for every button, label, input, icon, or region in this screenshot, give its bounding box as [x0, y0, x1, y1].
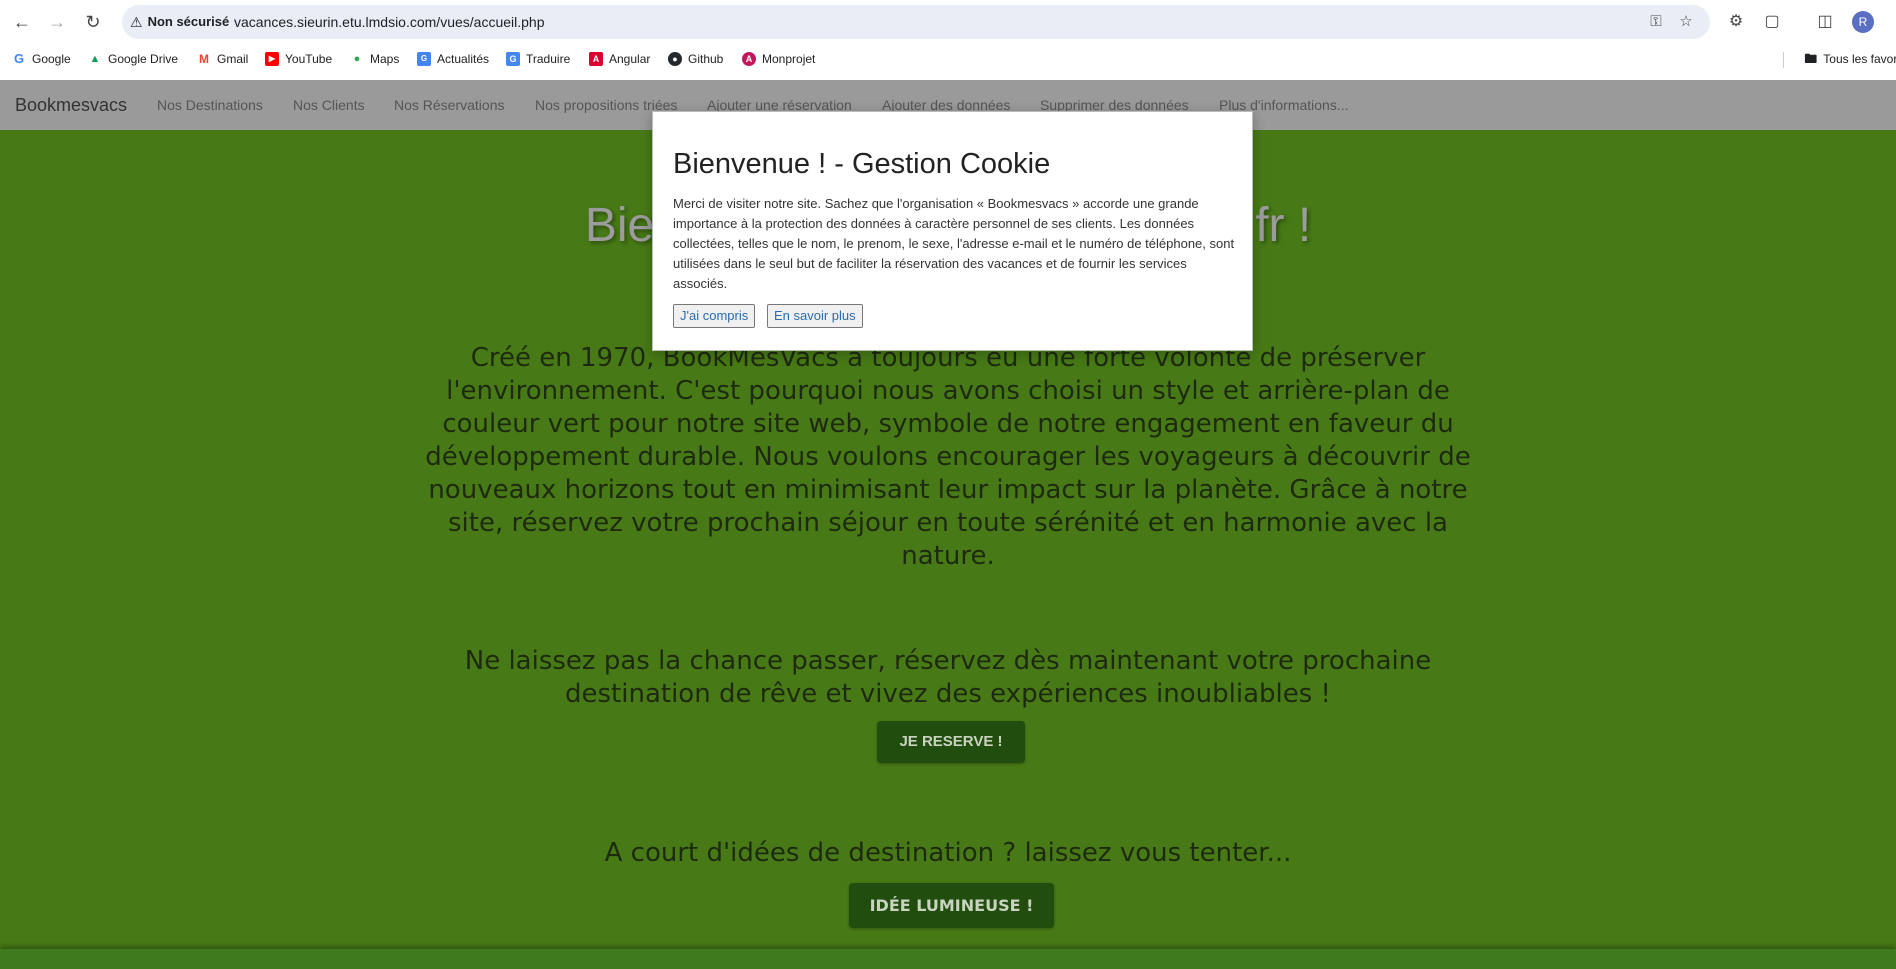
- browser-chrome: ← → ↻ ⚠ Non sécurisé vacances.sieurin.et…: [0, 0, 1896, 81]
- github-icon: ●: [668, 52, 682, 66]
- side-panel-icon[interactable]: ◫: [1814, 11, 1836, 33]
- cookie-accept-button[interactable]: J'ai compris: [673, 304, 756, 328]
- nav-link-reservations[interactable]: Nos Réservations: [394, 96, 505, 114]
- bookmark-label: Traduire: [526, 52, 571, 66]
- cookie-modal: Bienvenue ! - Gestion Cookie Merci de vi…: [652, 111, 1253, 351]
- bookmark-label: Maps: [370, 52, 400, 66]
- angular-icon: A: [589, 52, 603, 66]
- key-icon[interactable]: ⚿: [1646, 12, 1666, 32]
- idea-paragraph: A court d'idées de destination ? laissez…: [604, 838, 1292, 868]
- footer-strip: [0, 949, 1896, 969]
- bookmark-github[interactable]: ● Github: [668, 48, 723, 70]
- address-row: ← → ↻ ⚠ Non sécurisé vacances.sieurin.et…: [0, 0, 1896, 44]
- reload-icon[interactable]: ↻: [80, 9, 106, 35]
- all-bookmarks-label: Tous les favoris: [1823, 52, 1896, 66]
- bookmark-label: YouTube: [285, 52, 333, 66]
- news-icon: G: [417, 52, 431, 66]
- maps-icon: ●: [353, 53, 361, 65]
- security-label: Non sécurisé: [147, 14, 230, 29]
- puzzle-icon[interactable]: ▢: [1761, 11, 1783, 33]
- url-text[interactable]: vacances.sieurin.etu.lmdsio.com/vues/acc…: [234, 12, 545, 32]
- google-icon: G: [13, 51, 25, 66]
- bookmark-label: Angular: [609, 52, 651, 66]
- cookie-more-button[interactable]: En savoir plus: [767, 304, 863, 328]
- bookmark-gmail[interactable]: M Gmail: [197, 48, 248, 70]
- profile-avatar[interactable]: R: [1852, 11, 1874, 33]
- address-bar[interactable]: ⚠ Non sécurisé vacances.sieurin.etu.lmds…: [122, 5, 1710, 39]
- cookie-modal-title: Bienvenue ! - Gestion Cookie: [673, 148, 1051, 180]
- extension-gear-icon[interactable]: ⚙: [1725, 11, 1747, 33]
- monprojet-icon: A: [742, 52, 756, 66]
- star-icon[interactable]: ☆: [1676, 12, 1696, 32]
- bookmark-maps[interactable]: ● Maps: [350, 48, 400, 70]
- hero-title-left: Bie: [584, 199, 655, 252]
- bookmark-label: Gmail: [217, 52, 249, 66]
- bookmark-label: Actualités: [437, 52, 490, 66]
- gmail-icon: M: [199, 52, 209, 66]
- hero-title-right: fr !: [1255, 199, 1312, 252]
- bookmark-actualites[interactable]: G Actualités: [417, 48, 489, 70]
- bookmark-label: Google Drive: [108, 52, 179, 66]
- site-brand[interactable]: Bookmesvacs: [15, 94, 127, 116]
- translate-icon: G: [506, 52, 520, 66]
- intro-paragraph: Créé en 1970, BookMesVacs a toujours eu …: [425, 343, 1471, 571]
- reserve-button[interactable]: JE RESERVE !: [877, 721, 1025, 763]
- folder-icon: 🖿: [1804, 51, 1818, 66]
- nav-link-clients[interactable]: Nos Clients: [293, 96, 365, 114]
- warning-icon: ⚠: [130, 14, 143, 30]
- bookmark-google[interactable]: G Google: [12, 48, 71, 70]
- drive-icon: ▲: [89, 53, 101, 65]
- bookmark-google-drive[interactable]: ▲ Google Drive: [88, 48, 178, 70]
- bookmark-monprojet[interactable]: A Monprojet: [742, 48, 815, 70]
- back-icon[interactable]: ←: [9, 9, 35, 35]
- bookmark-label: Google: [32, 52, 71, 66]
- bookmark-label: Monprojet: [762, 52, 816, 66]
- bookmark-youtube[interactable]: ▶ YouTube: [265, 48, 332, 70]
- bookmark-separator: [1783, 52, 1784, 68]
- bookmark-label: Github: [688, 52, 724, 66]
- bookmark-traduire[interactable]: G Traduire: [506, 48, 570, 70]
- cta-paragraph: Ne laissez pas la chance passer, réserve…: [464, 646, 1432, 709]
- all-bookmarks[interactable]: 🖿 Tous les favoris: [1804, 48, 1896, 70]
- cookie-modal-body: Merci de visiter notre site. Sachez que …: [673, 196, 1235, 291]
- idea-button[interactable]: IDÉE LUMINEUSE !: [849, 883, 1054, 928]
- youtube-icon: ▶: [265, 52, 279, 66]
- forward-icon[interactable]: →: [44, 9, 70, 35]
- nav-link-destinations[interactable]: Nos Destinations: [157, 96, 263, 114]
- bookmarks-bar: G Google ▲ Google Drive M Gmail ▶ YouTube ● M…: [0, 46, 1896, 72]
- security-chip[interactable]: ⚠ Non sécurisé: [130, 12, 229, 32]
- bookmark-angular[interactable]: A Angular: [589, 48, 650, 70]
